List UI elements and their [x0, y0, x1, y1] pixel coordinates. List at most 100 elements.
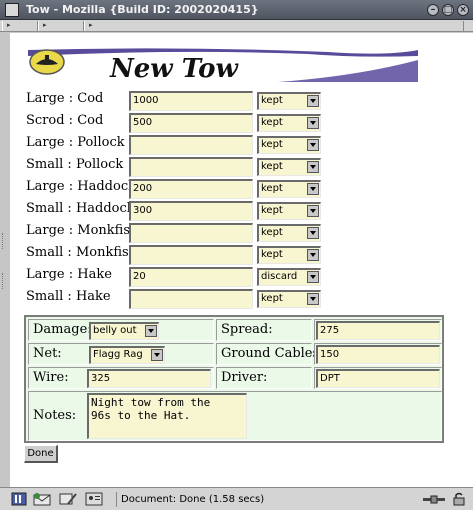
navigator-icon[interactable]: [10, 492, 30, 506]
fish-status-value: kept: [261, 183, 283, 194]
security-lock-icon[interactable]: [450, 492, 468, 506]
close-icon[interactable]: ×: [457, 4, 469, 16]
spread-label-cell: Spread:: [216, 319, 312, 341]
fish-amount-input[interactable]: 20: [129, 267, 253, 287]
chevron-down-icon[interactable]: [145, 325, 157, 337]
damage-cell: Damage: belly out: [28, 319, 214, 341]
window-titlebar[interactable]: Tow - Mozilla {Build ID: 2002020415} – □…: [0, 0, 473, 20]
driver-label: Driver:: [221, 370, 268, 385]
composer-icon[interactable]: [58, 492, 78, 506]
fish-amount-input[interactable]: [129, 157, 253, 177]
damage-select[interactable]: belly out: [89, 322, 159, 340]
maximize-icon[interactable]: □: [442, 4, 454, 16]
fish-status-select[interactable]: kept: [257, 180, 321, 198]
logo-icon: [29, 49, 65, 75]
notes-textarea[interactable]: Night tow from the 96s to the Hat.: [87, 393, 247, 439]
fish-status-select[interactable]: kept: [257, 246, 321, 264]
address-book-icon[interactable]: [84, 492, 104, 506]
toolbar-grippy-3[interactable]: ▸: [84, 21, 464, 31]
fish-label: Large : Cod: [26, 91, 104, 106]
tow-details-table: Damage: belly out Spread: 275 Net: Flagg…: [24, 315, 444, 443]
chevron-down-icon[interactable]: [307, 271, 319, 283]
chevron-down-icon[interactable]: [307, 183, 319, 195]
damage-label: Damage:: [33, 322, 92, 337]
fish-status-select[interactable]: kept: [257, 158, 321, 176]
chevron-down-icon[interactable]: [307, 293, 319, 305]
fish-label: Large : Hake: [26, 267, 112, 282]
chevron-down-icon[interactable]: [307, 139, 319, 151]
chevron-down-icon[interactable]: [307, 161, 319, 173]
chevron-down-icon[interactable]: [307, 227, 319, 239]
fish-amount-input[interactable]: [129, 289, 253, 309]
fish-status-select[interactable]: discard: [257, 268, 321, 286]
fish-status-value: discard: [261, 271, 298, 282]
chevron-down-icon[interactable]: [307, 249, 319, 261]
net-value: Flagg Rag: [93, 349, 143, 360]
fish-label: Small : Hake: [26, 289, 111, 304]
fish-row: Small : Pollock kept: [26, 157, 326, 177]
fish-status-value: kept: [261, 95, 283, 106]
fish-status-select[interactable]: kept: [257, 202, 321, 220]
window-menu-icon[interactable]: [5, 3, 19, 17]
done-button[interactable]: Done: [24, 445, 58, 463]
page-title: New Tow: [110, 54, 238, 84]
fish-row: Small : Haddock 300 kept: [26, 201, 326, 221]
fish-amount-input[interactable]: 300: [129, 201, 253, 221]
fish-label: Small : Monkfish: [26, 245, 138, 260]
net-select[interactable]: Flagg Rag: [89, 346, 165, 364]
fish-status-select[interactable]: kept: [257, 92, 321, 110]
fish-amount-input[interactable]: 500: [129, 113, 253, 133]
fish-label: Small : Pollock: [26, 157, 124, 172]
chevron-down-icon[interactable]: [151, 349, 163, 361]
sidebar-grippy[interactable]: [0, 33, 10, 487]
fish-label: Large : Haddock: [26, 179, 136, 194]
wire-label: Wire:: [33, 370, 69, 385]
ground-cables-input[interactable]: 150: [316, 345, 440, 364]
fish-row: Small : Monkfish kept: [26, 245, 326, 265]
fish-amount-input[interactable]: 200: [129, 179, 253, 199]
fish-row: Large : Monkfish kept: [26, 223, 326, 243]
mail-icon[interactable]: [32, 492, 52, 506]
wire-input[interactable]: 325: [87, 369, 211, 388]
notes-cell: Notes: Night tow from the 96s to the Hat…: [28, 391, 442, 441]
spread-input[interactable]: 275: [316, 321, 440, 340]
chevron-down-icon[interactable]: [307, 205, 319, 217]
window-title: Tow - Mozilla {Build ID: 2002020415}: [26, 3, 259, 16]
fish-status-value: kept: [261, 293, 283, 304]
damage-value: belly out: [93, 325, 137, 336]
wire-cell: Wire: 325: [28, 367, 214, 389]
fish-row: Large : Pollock kept: [26, 135, 326, 155]
toolbar-grippy-1[interactable]: ▸: [2, 21, 38, 31]
fish-amount-input[interactable]: [129, 135, 253, 155]
fish-status-select[interactable]: kept: [257, 290, 321, 308]
driver-input[interactable]: DPT: [316, 369, 440, 388]
fish-status-value: kept: [261, 139, 283, 150]
fish-status-select[interactable]: kept: [257, 136, 321, 154]
status-bar: Document: Done (1.58 secs): [0, 487, 473, 510]
minimize-icon[interactable]: –: [427, 4, 439, 16]
fish-amount-input[interactable]: 1000: [129, 91, 253, 111]
toolbar-grippies: ▸ ▸ ▸: [0, 20, 473, 32]
fish-status-value: kept: [261, 227, 283, 238]
ground-cables-label: Ground Cables:: [221, 346, 324, 361]
fish-amount-input[interactable]: [129, 245, 253, 265]
fish-status-select[interactable]: kept: [257, 224, 321, 242]
fish-row: Scrod : Cod 500 kept: [26, 113, 326, 133]
fish-status-value: kept: [261, 161, 283, 172]
fish-label: Small : Haddock: [26, 201, 135, 216]
fish-label: Large : Monkfish: [26, 223, 139, 238]
fish-status-value: kept: [261, 205, 283, 216]
driver-label-cell: Driver:: [216, 367, 312, 389]
spread-label: Spread:: [221, 322, 273, 337]
toolbar-grippy-2[interactable]: ▸: [38, 21, 84, 31]
chevron-down-icon[interactable]: [307, 95, 319, 107]
online-status-icon[interactable]: [422, 492, 446, 506]
fish-amount-input[interactable]: [129, 223, 253, 243]
fish-status-select[interactable]: kept: [257, 114, 321, 132]
fish-row: Large : Haddock 200 kept: [26, 179, 326, 199]
page-content: New Tow Large : Cod 1000 kept Scrod : Co…: [10, 33, 473, 487]
spread-value-cell: 275: [314, 319, 442, 341]
net-label: Net:: [33, 346, 62, 361]
chevron-down-icon[interactable]: [307, 117, 319, 129]
page-banner: New Tow: [28, 46, 418, 86]
